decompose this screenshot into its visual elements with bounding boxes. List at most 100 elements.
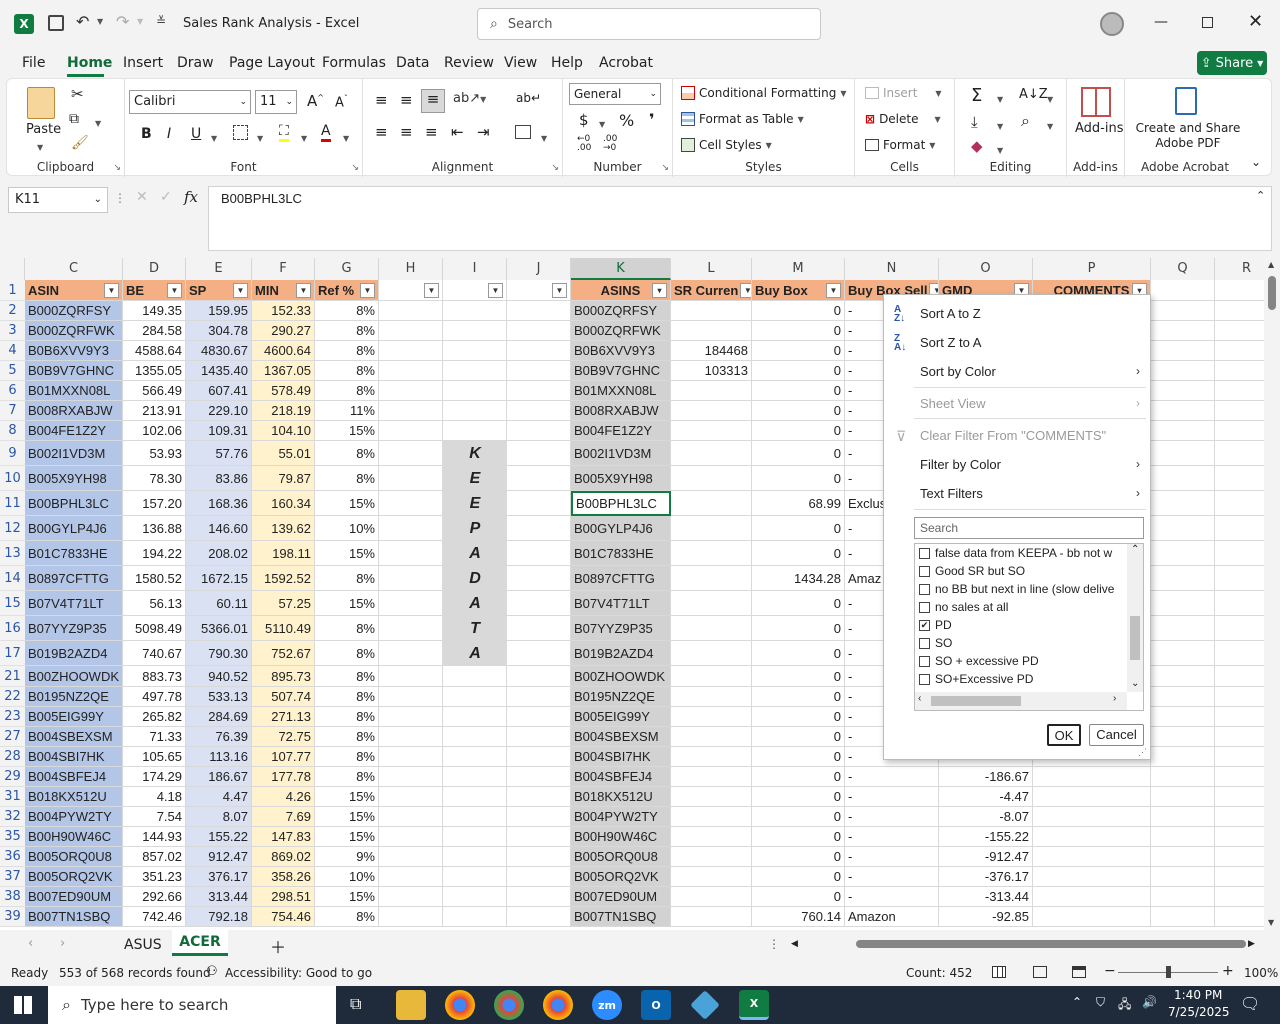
- buy-box-cell[interactable]: 0: [752, 466, 845, 491]
- asin-cell[interactable]: B07YYZ9P35: [25, 616, 123, 641]
- cell[interactable]: [443, 847, 507, 867]
- asin-cell[interactable]: B004PYW2TY: [25, 807, 123, 827]
- cell[interactable]: [1151, 827, 1215, 847]
- collapse-ribbon-icon[interactable]: ⌄: [1251, 155, 1261, 169]
- min-cell[interactable]: 177.78: [252, 767, 315, 787]
- sr-current-cell[interactable]: [671, 887, 752, 907]
- confirm-entry-icon[interactable]: ✓: [160, 189, 172, 205]
- save-icon[interactable]: [48, 15, 64, 31]
- sort-by-color[interactable]: Sort by Color: [920, 361, 996, 383]
- customize-qat-icon[interactable]: ≚: [156, 14, 166, 28]
- list-scroll-thumb[interactable]: [1130, 616, 1140, 660]
- sp-cell[interactable]: 57.76: [186, 441, 252, 466]
- sr-current-cell[interactable]: [671, 301, 752, 321]
- filter-value-item[interactable]: no sales at all: [919, 598, 1008, 616]
- scroll-down-icon[interactable]: ▼: [1268, 918, 1274, 927]
- volume-icon[interactable]: 🔊: [1142, 995, 1157, 1009]
- sr-current-cell[interactable]: [671, 641, 752, 666]
- sp-cell[interactable]: 304.78: [186, 321, 252, 341]
- be-cell[interactable]: 5098.49: [123, 616, 186, 641]
- cell[interactable]: [379, 887, 443, 907]
- asins-cell[interactable]: B005EIG99Y: [571, 707, 671, 727]
- list-scroll-up-icon[interactable]: ⌃: [1131, 544, 1139, 555]
- ref-cell[interactable]: 8%: [315, 361, 379, 381]
- increase-font-icon[interactable]: A^: [307, 92, 324, 110]
- ok-button[interactable]: OK: [1047, 724, 1081, 746]
- row-number[interactable]: 8: [0, 421, 25, 441]
- be-cell[interactable]: 292.66: [123, 887, 186, 907]
- column-header-n[interactable]: N: [845, 258, 939, 280]
- page-break-view-icon[interactable]: [1072, 966, 1086, 978]
- cell[interactable]: [443, 666, 507, 687]
- alignment-launcher-icon[interactable]: ↘: [551, 163, 559, 173]
- cell[interactable]: [1151, 541, 1215, 566]
- cell[interactable]: [1215, 381, 1264, 401]
- asins-cell[interactable]: B000ZQRFSY: [571, 301, 671, 321]
- redo-icon[interactable]: ↷: [116, 12, 129, 31]
- addins-icon[interactable]: [1081, 87, 1111, 117]
- ref-cell[interactable]: 8%: [315, 641, 379, 666]
- min-cell[interactable]: 147.83: [252, 827, 315, 847]
- tab-insert[interactable]: Insert: [123, 55, 163, 71]
- min-cell[interactable]: 160.34: [252, 491, 315, 516]
- cancel-entry-icon[interactable]: ✕: [136, 189, 148, 205]
- hscroll-right-icon[interactable]: ▶: [1248, 939, 1255, 949]
- checkbox-icon[interactable]: [919, 655, 930, 667]
- filter-by-color[interactable]: Filter by Color: [920, 454, 1001, 476]
- cell[interactable]: [507, 591, 571, 616]
- fill-chevron-icon[interactable]: ▼: [997, 118, 1003, 132]
- row-number[interactable]: 27: [0, 727, 25, 747]
- sr-current-cell[interactable]: [671, 441, 752, 466]
- min-cell[interactable]: 107.77: [252, 747, 315, 767]
- tab-review[interactable]: Review: [444, 55, 494, 71]
- cell[interactable]: [379, 907, 443, 927]
- cell[interactable]: [1215, 466, 1264, 491]
- row-number[interactable]: 37: [0, 867, 25, 887]
- scroll-up-icon[interactable]: ▲: [1268, 260, 1274, 269]
- be-cell[interactable]: 105.65: [123, 747, 186, 767]
- asins-cell[interactable]: B004FE1Z2Y: [571, 421, 671, 441]
- cell[interactable]: [443, 767, 507, 787]
- header-cell-c[interactable]: ASIN ▼: [25, 280, 123, 301]
- cut-icon[interactable]: ✂: [71, 85, 84, 103]
- min-cell[interactable]: 1592.52: [252, 566, 315, 591]
- asin-cell[interactable]: B005ORQ0U8: [25, 847, 123, 867]
- row-number[interactable]: 32: [0, 807, 25, 827]
- header-cell-j[interactable]: ▼: [507, 280, 571, 301]
- header-cell-m[interactable]: Buy Box ▼: [752, 280, 845, 301]
- asins-cell[interactable]: B07V4T71LT: [571, 591, 671, 616]
- column-header-c[interactable]: C: [25, 258, 123, 280]
- sr-current-cell[interactable]: [671, 847, 752, 867]
- sr-current-cell[interactable]: [671, 807, 752, 827]
- buy-box-seller-cell[interactable]: -: [845, 827, 939, 847]
- sp-cell[interactable]: 533.13: [186, 687, 252, 707]
- cell[interactable]: [443, 747, 507, 767]
- min-cell[interactable]: 507.74: [252, 687, 315, 707]
- cell[interactable]: [1151, 361, 1215, 381]
- list-hscroll-thumb[interactable]: [931, 696, 1021, 706]
- buy-box-cell[interactable]: 0: [752, 887, 845, 907]
- asins-cell[interactable]: B01MXXN08L: [571, 381, 671, 401]
- file-explorer-icon[interactable]: [396, 990, 426, 1020]
- format-as-table-button[interactable]: Format as Table ▼: [681, 112, 804, 126]
- sr-current-cell[interactable]: [671, 516, 752, 541]
- expand-formula-bar-icon[interactable]: ⌃: [1256, 189, 1265, 202]
- select-all-corner[interactable]: [0, 258, 25, 280]
- min-cell[interactable]: 290.27: [252, 321, 315, 341]
- cell[interactable]: [1151, 666, 1215, 687]
- asins-cell[interactable]: B00H90W46C: [571, 827, 671, 847]
- keepa-data-letter[interactable]: E: [443, 491, 507, 516]
- cell[interactable]: [1215, 887, 1264, 907]
- asin-cell[interactable]: B000ZQRFSY: [25, 301, 123, 321]
- filter-dropdown-icon[interactable]: ▼: [488, 282, 503, 298]
- be-cell[interactable]: 351.23: [123, 867, 186, 887]
- cell[interactable]: [1215, 361, 1264, 381]
- be-cell[interactable]: 1580.52: [123, 566, 186, 591]
- sp-cell[interactable]: 229.10: [186, 401, 252, 421]
- keepa-data-letter[interactable]: A: [443, 591, 507, 616]
- cell[interactable]: [379, 747, 443, 767]
- cell[interactable]: [1215, 616, 1264, 641]
- column-header-i[interactable]: I: [443, 258, 507, 280]
- cell[interactable]: [507, 907, 571, 927]
- buy-box-cell[interactable]: 0: [752, 707, 845, 727]
